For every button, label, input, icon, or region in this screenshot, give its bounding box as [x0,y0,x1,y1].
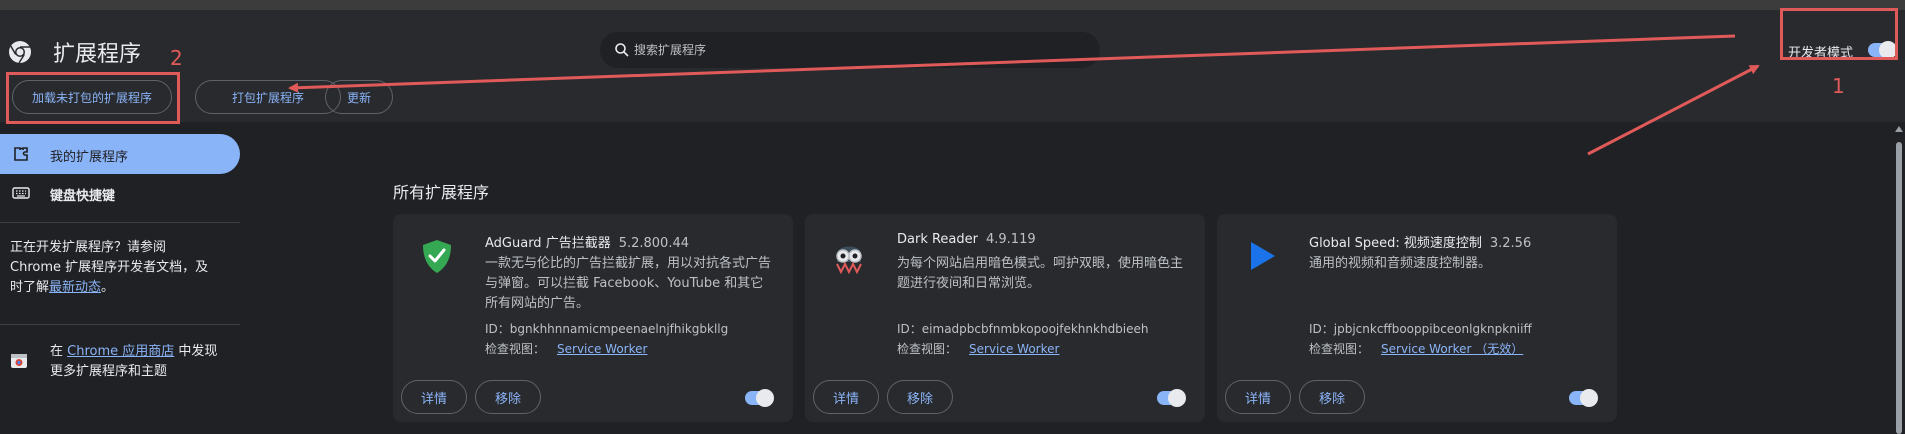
service-worker-link[interactable]: Service Worker （无效） [1381,342,1523,356]
search-icon [615,43,629,57]
toggle-knob [1168,389,1186,407]
extension-id: ID：jpbjcnkcffbooppibceonlgknpkniiff [1309,320,1532,337]
inspect-prefix: 检查视图： [897,342,958,356]
developer-note: 正在开发扩展程序？请参阅 Chrome 扩展程序开发者文档，及时了解最新动态。 [10,238,220,298]
inspect-views: 检查视图： Service Worker [897,340,1059,357]
remove-button[interactable]: 移除 [887,380,953,414]
vertical-scrollbar[interactable] [1893,122,1905,434]
header: 扩展程序 开发者模式 [0,10,1905,76]
id-prefix: ID： [897,322,922,336]
inspect-views: 检查视图： Service Worker （无效） [1309,340,1523,357]
update-button[interactable]: 更新 [325,80,393,114]
inspect-views: 检查视图： Service Worker [485,340,647,357]
extension-card-adguard: AdGuard 广告拦截器 5.2.800.44 一款无与伦比的广告拦截扩展，用以… [393,214,793,422]
extension-name: AdGuard 广告拦截器 5.2.800.44 [485,232,689,251]
annotation-number-1: 1 [1832,74,1845,98]
annotation-box-2 [6,72,180,124]
sidebar-divider [0,324,240,325]
id-value: bgnkhhnnamicmpeenaelnjfhikgbkllg [509,322,729,336]
id-value: eimadpbcbfnmbkopoojfekhnkhdbieeh [921,322,1149,336]
play-triangle-icon [1251,242,1275,270]
annotation-number-2: 2 [170,46,183,70]
developer-note-suffix: 。 [101,280,115,295]
id-value: jpbjcnkcffbooppibceonlgknpkniiff [1333,322,1532,336]
pack-extension-button[interactable]: 打包扩展程序 [195,80,341,114]
search-bar[interactable] [600,32,1100,68]
extension-card-dark-reader: Dark Reader 4.9.119 为每个网站启用暗色模式。呵护双眼，使用暗色… [805,214,1205,422]
sidebar-divider [0,222,240,223]
service-worker-link[interactable]: Service Worker [969,342,1059,356]
puzzle-icon [14,147,28,161]
extension-card-global-speed: Global Speed: 视频速度控制 3.2.56 通用的视频和音频速度控制器… [1217,214,1617,422]
window-top-strip [0,0,1905,10]
latest-news-link[interactable]: 最新动态 [49,280,101,295]
details-button[interactable]: 详情 [1225,380,1291,414]
details-button[interactable]: 详情 [401,380,467,414]
scroll-thumb[interactable] [1896,142,1902,434]
id-prefix: ID： [485,322,510,336]
extension-id: ID：bgnkhhnnamicmpeenaelnjfhikgbkllg [485,320,728,337]
extension-description: 一款无与伦比的广告拦截扩展，用以对抗各式广告与弹窗。可以拦截 Facebook、… [485,256,772,311]
sidebar-item-keyboard-shortcuts[interactable]: 键盘快捷键 [0,173,240,213]
details-button[interactable]: 详情 [813,380,879,414]
extension-enable-toggle[interactable] [1569,389,1598,407]
sidebar-item-my-extensions[interactable]: 我的扩展程序 [0,134,240,174]
scroll-up-arrow-icon[interactable] [1895,126,1903,132]
keyboard-icon [12,187,30,199]
extension-version: 5.2.800.44 [618,236,689,251]
toggle-knob [756,389,774,407]
remove-button[interactable]: 移除 [1299,380,1365,414]
extension-version: 4.9.119 [986,232,1036,247]
extension-title: Dark Reader [897,232,978,247]
page-title: 扩展程序 [53,42,142,67]
extension-title: AdGuard 广告拦截器 [485,236,611,251]
extension-version: 3.2.56 [1489,236,1532,251]
chrome-web-store-link[interactable]: Chrome 应用商店 [67,344,174,359]
extension-description: 为每个网站启用暗色模式。呵护双眼，使用暗色主题进行夜间和日常浏览。 [897,256,1184,291]
inspect-prefix: 检查视图： [485,342,546,356]
chrome-logo-icon [9,41,31,64]
sidebar-item-label: 我的扩展程序 [50,150,129,165]
extension-title: Global Speed: 视频速度控制 [1309,236,1482,251]
web-store-icon [11,354,27,368]
extension-id: ID：eimadpbcbfnmbkopoojfekhnkhdbieeh [897,320,1149,337]
extension-enable-toggle[interactable] [745,389,774,407]
sidebar-item-label: 键盘快捷键 [50,189,116,204]
service-worker-link[interactable]: Service Worker [557,342,647,356]
extension-name: Dark Reader 4.9.119 [897,232,1036,247]
inspect-prefix: 检查视图： [1309,342,1370,356]
extension-name: Global Speed: 视频速度控制 3.2.56 [1309,232,1531,251]
extension-enable-toggle[interactable] [1157,389,1186,407]
id-prefix: ID： [1309,322,1334,336]
dark-reader-icon [836,246,862,275]
section-title: 所有扩展程序 [393,183,490,202]
web-store-note: 在 Chrome 应用商店 中发现更多扩展程序和主题 [50,342,230,382]
annotation-box-1 [1780,8,1898,60]
shield-check-icon [423,240,451,273]
extension-description: 通用的视频和音频速度控制器。 [1309,256,1492,271]
remove-button[interactable]: 移除 [475,380,541,414]
search-input[interactable] [634,40,1074,60]
web-store-note-prefix: 在 [50,344,64,359]
toggle-knob [1580,389,1598,407]
